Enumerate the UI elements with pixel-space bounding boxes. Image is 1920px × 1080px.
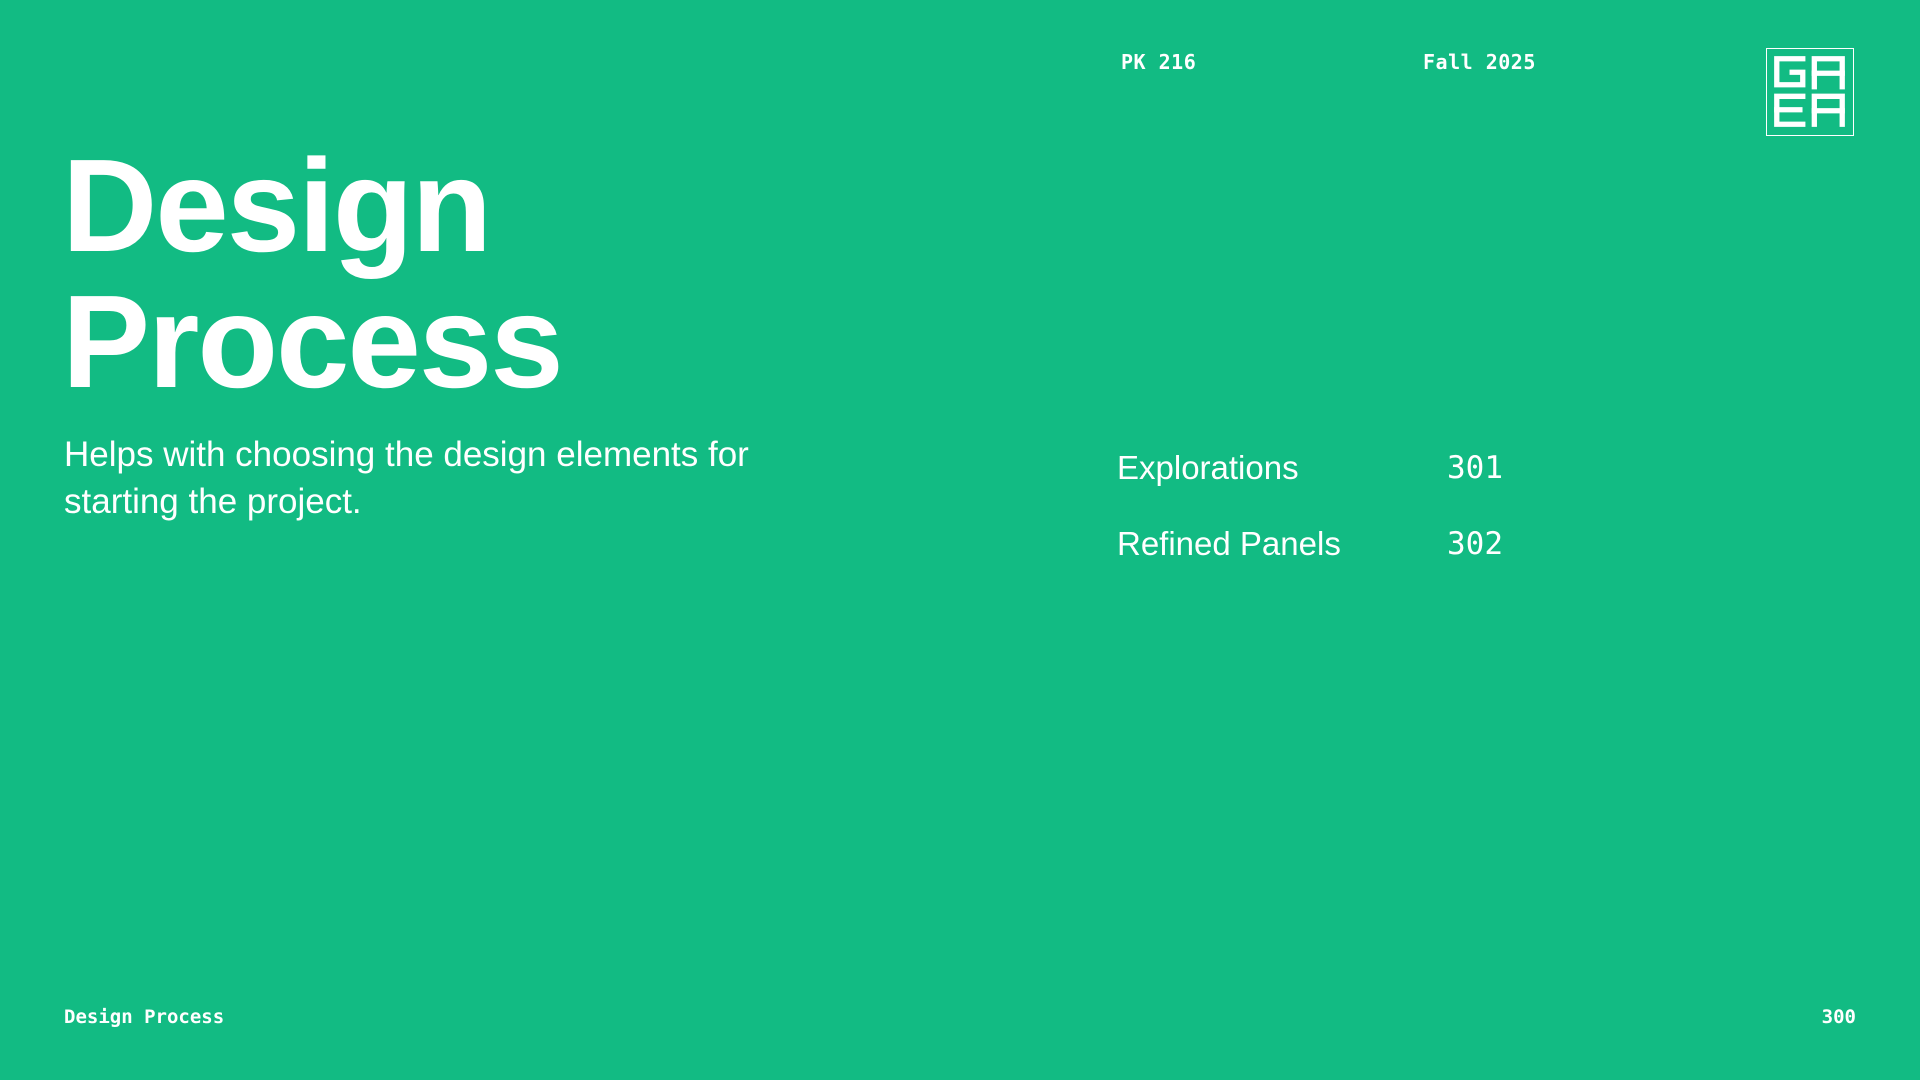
footer-page-number: 300 — [1821, 1006, 1856, 1028]
page-title: Design Process — [62, 132, 564, 415]
page-title-line-1: Design — [62, 132, 492, 279]
section-index-label: Explorations — [1117, 449, 1299, 486]
section-index-item-explorations[interactable]: Explorations 301 — [1117, 448, 1577, 524]
course-code: PK 216 — [1121, 50, 1197, 74]
section-index-item-refined-panels[interactable]: Refined Panels 302 — [1117, 524, 1577, 600]
slide: PK 216 Fall 2025 Design Process Helps wi… — [0, 0, 1920, 1080]
gaea-logo-icon — [1766, 48, 1854, 136]
section-index: Explorations 301 Refined Panels 302 — [1117, 448, 1577, 600]
page-title-line-2: Process — [62, 268, 564, 415]
footer-section-title: Design Process — [64, 1006, 225, 1028]
page-subtitle: Helps with choosing the design elements … — [64, 435, 749, 521]
section-index-number: 301 — [1447, 450, 1503, 486]
section-index-label: Refined Panels — [1117, 525, 1341, 562]
term-label: Fall 2025 — [1423, 50, 1536, 74]
section-index-number: 302 — [1447, 526, 1503, 562]
